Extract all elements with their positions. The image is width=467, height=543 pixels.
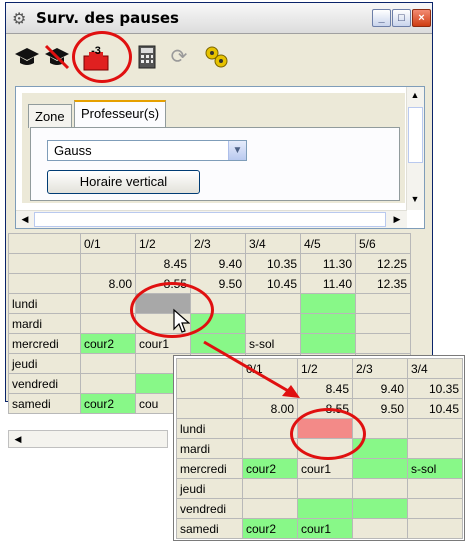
annotation-arrow [203,340,300,398]
cursor-arrow-icon [172,308,191,337]
